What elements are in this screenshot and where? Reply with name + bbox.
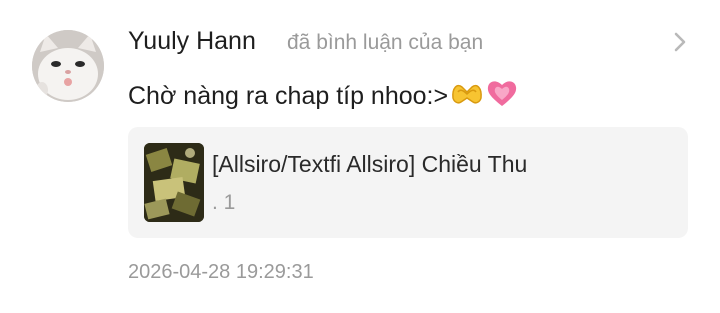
story-thumbnail[interactable] (144, 143, 204, 222)
chevron-right-icon[interactable] (668, 28, 692, 56)
story-cover-icon (144, 143, 204, 222)
comment-text-line: Chờ nàng ra chap típ nhoo:> (128, 78, 518, 111)
username[interactable]: Yuuly Hann (128, 27, 256, 56)
comment-notification[interactable]: Yuuly Hann đã bình luận của bạn Chờ nàng… (0, 0, 720, 313)
comment-text: Chờ nàng ra chap típ nhoo:> (128, 82, 449, 110)
heart-hands-emoji-icon (452, 84, 482, 104)
action-text: đã bình luận của bạn (287, 31, 484, 54)
story-chapter: . 1 (212, 191, 236, 214)
timestamp: 2026-04-28 19:29:31 (128, 261, 314, 283)
cat-avatar-icon (32, 30, 104, 102)
growing-heart-emoji-icon (487, 81, 517, 106)
story-title[interactable]: [Allsiro/Textfi Allsiro] Chiều Thu (212, 151, 527, 178)
story-card[interactable]: [Allsiro/Textfi Allsiro] Chiều Thu . 1 (128, 127, 688, 238)
user-avatar[interactable] (32, 30, 104, 102)
